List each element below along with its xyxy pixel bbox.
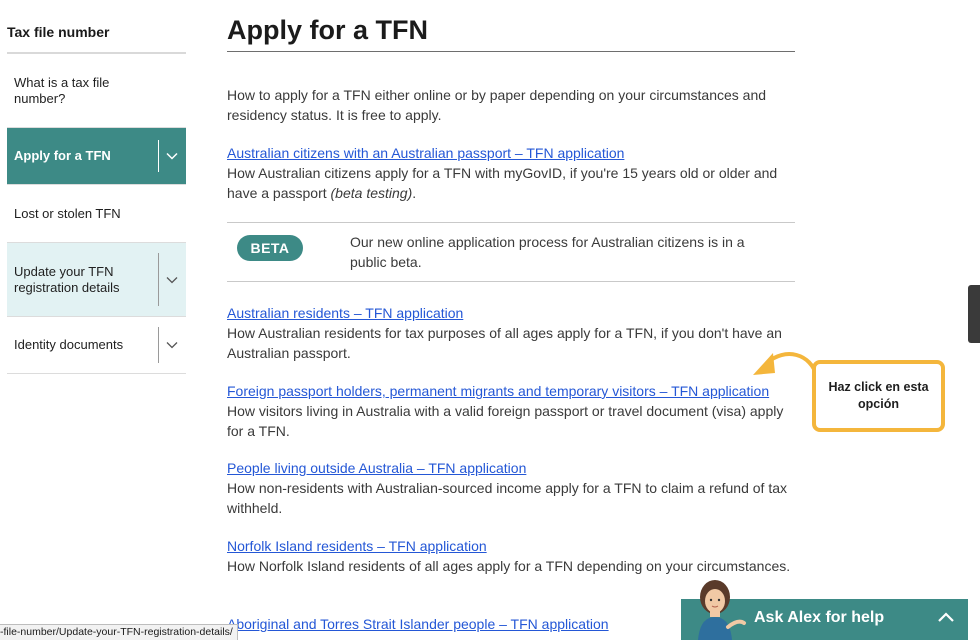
section-description: How non-residents with Australian-source… <box>227 480 787 516</box>
sidebar-item-what-is-tfn[interactable]: What is a tax file number? <box>7 54 186 128</box>
sidebar-item-label: Apply for a TFN <box>14 148 111 163</box>
sidebar-item-apply-for-tfn[interactable]: Apply for a TFN <box>7 128 186 185</box>
annotation-callout: Haz click en esta opción <box>812 360 945 432</box>
chevron-down-icon[interactable] <box>158 317 186 373</box>
sidebar-item-update-registration[interactable]: Update your TFN registration details <box>7 243 186 317</box>
sidebar-title: Tax file number <box>7 14 186 54</box>
title-divider <box>227 51 795 52</box>
section-description: How Norfolk Island residents of all ages… <box>227 558 791 574</box>
sidebar-item-label: What is a tax file number? <box>14 74 110 106</box>
sidebar-item-identity-documents[interactable]: Identity documents <box>7 317 186 374</box>
link-australian-residents[interactable]: Australian residents – TFN application <box>227 305 463 321</box>
sidebar-item-label: Update your TFN registration details <box>14 263 120 295</box>
link-australian-citizens[interactable]: Australian citizens with an Australian p… <box>227 145 624 161</box>
sidebar-nav: Tax file number What is a tax file numbe… <box>7 14 186 374</box>
ask-alex-label[interactable]: Ask Alex for help <box>754 609 884 627</box>
link-norfolk-island[interactable]: Norfolk Island residents – TFN applicati… <box>227 538 487 554</box>
section-description: How visitors living in Australia with a … <box>227 403 784 439</box>
link-foreign-passport-holders[interactable]: Foreign passport holders, permanent migr… <box>227 383 769 399</box>
chevron-up-icon[interactable] <box>937 611 955 623</box>
page-title: Apply for a TFN <box>227 15 428 45</box>
intro-text: How to apply for a TFN either online or … <box>227 87 767 123</box>
beta-notice: BETA Our new online application process … <box>227 222 795 282</box>
sidebar-item-lost-stolen-tfn[interactable]: Lost or stolen TFN <box>7 185 186 243</box>
chevron-down-icon[interactable] <box>158 128 186 184</box>
link-aboriginal-torres-strait[interactable]: Aboriginal and Torres Strait Islander pe… <box>227 616 609 632</box>
status-bar-url: -file-number/Update-your-TFN-registratio… <box>0 624 238 640</box>
sidebar-item-label: Identity documents <box>14 337 124 352</box>
sidebar-item-label: Lost or stolen TFN <box>14 205 121 221</box>
beta-badge: BETA <box>237 235 303 261</box>
section-description: How Australian residents for tax purpose… <box>227 325 782 361</box>
alex-avatar <box>698 580 746 640</box>
beta-text: Our new online application process for A… <box>350 234 745 270</box>
chevron-down-icon[interactable] <box>158 243 186 316</box>
link-people-outside-australia[interactable]: People living outside Australia – TFN ap… <box>227 460 526 476</box>
feedback-tab[interactable] <box>968 285 980 343</box>
section-description: How Australian citizens apply for a TFN … <box>227 165 778 201</box>
